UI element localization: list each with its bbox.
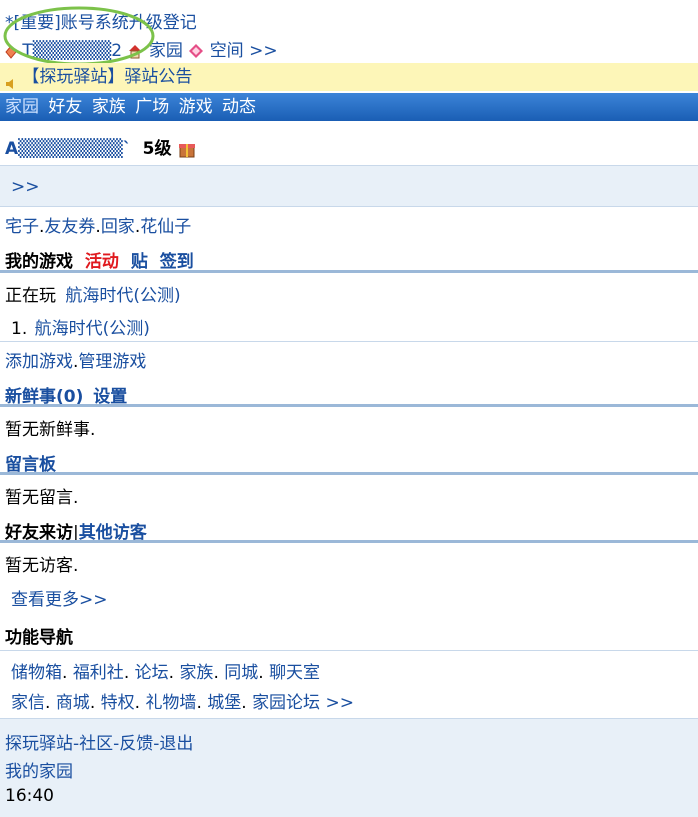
footer-station-link[interactable]: 探玩驿站 [5,734,73,754]
func-privilege[interactable]: 特权 [101,693,135,713]
nav-item-friends[interactable]: 好友 [48,97,82,117]
func-family[interactable]: 家族 [179,663,213,683]
news-empty-text: 暂无新鲜事. [5,420,96,440]
func-shop[interactable]: 商城 [56,693,90,713]
playing-label: 正在玩 [5,286,56,306]
footer-community-link[interactable]: 社区 [79,734,113,754]
divider [0,472,698,475]
footer-feedback-link[interactable]: 反馈 [119,734,153,754]
space-icon [188,43,204,59]
profile-more-link[interactable]: >> [11,177,40,197]
func-castle[interactable]: 城堡 [207,693,241,713]
highlight-circle [3,6,155,66]
nav-item-plaza[interactable]: 广场 [135,97,169,117]
separator-dot: . [134,693,146,713]
gift-icon [177,139,197,159]
link-flower-fairy[interactable]: 花仙子 [140,217,191,237]
separator-dot: . [213,663,225,683]
game-list-index: 1. [11,319,28,339]
announcement-link[interactable]: 【探玩驿站】驿站公告 [22,67,192,87]
manage-game-link[interactable]: 管理游戏 [78,352,146,372]
link-friend-coupon[interactable]: 友友券 [44,217,95,237]
playing-game-link[interactable]: 航海时代(公测) [65,286,180,306]
add-game-link[interactable]: 添加游戏 [5,352,73,372]
func-storage[interactable]: 储物箱 [11,663,62,683]
separator-dot: . [62,663,73,683]
visitors-empty-text: 暂无访客. [5,556,79,576]
post-link[interactable]: 贴 [131,252,148,272]
profile-name: A▒▒▒▒▒▒▒▒` [5,139,132,159]
divider [0,404,698,407]
separator-dot: . [45,693,56,713]
separator-dot: . [241,693,253,713]
main-nav: 家园 好友 家族 广场 游戏 动态 [0,93,698,121]
profile-level: 5级 [142,139,172,159]
func-mail[interactable]: 家信 [11,693,45,713]
speaker-icon [5,71,17,89]
func-forum[interactable]: 论坛 [135,663,169,683]
link-house[interactable]: 宅子 [5,217,39,237]
footer-logout-link[interactable]: 退出 [159,734,193,754]
separator-dot: . [89,693,101,713]
guestbook-empty-text: 暂无留言. [5,488,79,508]
see-more-link[interactable]: 查看更多>> [11,590,108,610]
func-welfare[interactable]: 福利社 [73,663,124,683]
my-games-title: 我的游戏 [5,252,73,272]
footer-my-home-link[interactable]: 我的家园 [5,762,73,782]
divider [0,540,698,543]
announcement-banner: 【探玩驿站】驿站公告 [0,63,698,91]
function-nav-title: 功能导航 [5,628,73,648]
space-link[interactable]: 空间 >> [210,41,278,61]
separator-dot: . [196,693,208,713]
nav-item-family[interactable]: 家族 [92,97,126,117]
separator-dot: . [123,663,135,683]
nav-item-feed[interactable]: 动态 [222,97,256,117]
footer-time: 16:40 [5,786,54,806]
func-chatroom[interactable]: 聊天室 [269,663,320,683]
activity-link[interactable]: 活动 [85,252,119,272]
divider [0,341,698,342]
function-nav-panel: 储物箱. 福利社. 论坛. 家族. 同城. 聊天室 家信. 商城. 特权. 礼物… [0,650,698,718]
func-home-forum[interactable]: 家园论坛 >> [252,693,354,713]
nav-item-games[interactable]: 游戏 [179,97,213,117]
signin-link[interactable]: 签到 [160,252,194,272]
game-list-item[interactable]: 航海时代(公测) [35,319,150,339]
separator-dot: . [168,663,180,683]
func-local[interactable]: 同城 [224,663,258,683]
func-gift-wall[interactable]: 礼物墙 [145,693,196,713]
divider [0,270,698,273]
footer: 探玩驿站-社区-反馈-退出 我的家园 16:40 [0,718,698,817]
link-go-home[interactable]: 回家 [101,217,135,237]
separator-dot: . [258,663,270,683]
nav-item-home[interactable]: 家园 [5,97,39,117]
